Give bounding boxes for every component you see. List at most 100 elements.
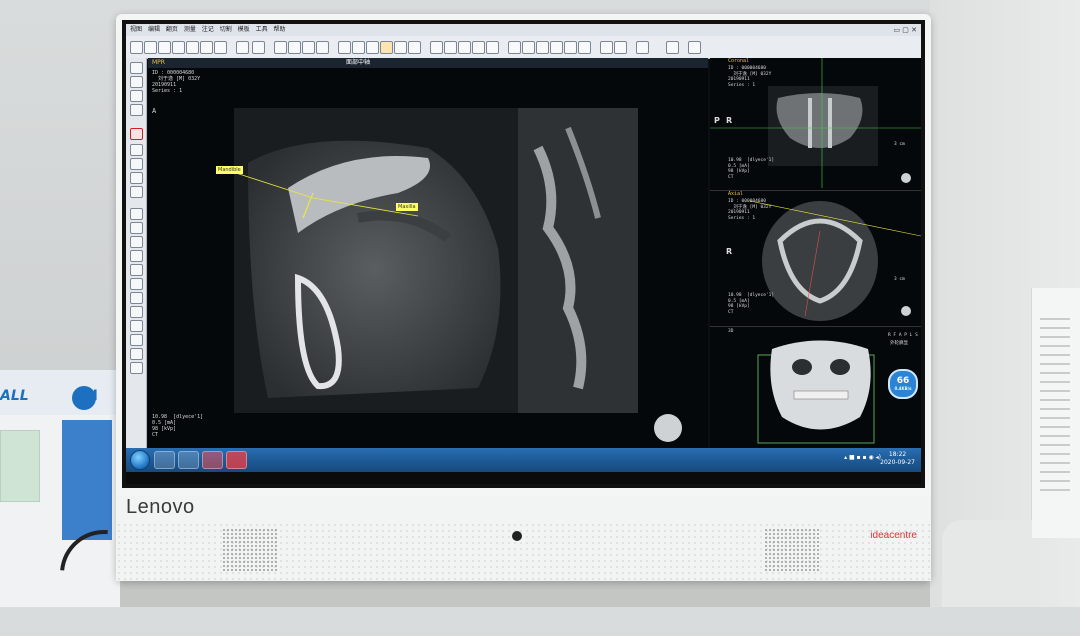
orientation-head-icon (654, 414, 682, 442)
side-tool-button[interactable] (130, 76, 143, 88)
tool-button[interactable] (614, 41, 627, 54)
lock-icon[interactable] (252, 41, 265, 54)
box-label-zh: ZH (76, 388, 98, 404)
tool-button[interactable] (172, 41, 185, 54)
tool-button[interactable] (338, 41, 351, 54)
side-tool-button-active[interactable] (130, 128, 143, 140)
menu-item[interactable]: 测量 (184, 26, 196, 33)
webcam-icon (512, 531, 522, 541)
menu-item[interactable]: 工具 (256, 26, 268, 33)
side-tool-button[interactable] (130, 158, 143, 170)
view-info-top: ID : 000004680 刘于逸 [M] 032Y 20190911 Ser… (152, 70, 201, 94)
axial-view[interactable]: Axial ID : 000004680 刘于逸 [M] 032Y 201909… (710, 190, 921, 326)
tool-button[interactable] (366, 41, 379, 54)
paper-sheet (1031, 288, 1080, 538)
tool-button[interactable] (274, 41, 287, 54)
mpr-label[interactable]: MPR (152, 59, 165, 66)
side-tool-button[interactable] (130, 278, 143, 290)
center-tab[interactable]: 面部中轴 (346, 58, 370, 68)
menu-item[interactable]: 编辑 (148, 26, 160, 33)
tool-button[interactable] (236, 41, 249, 54)
tool-button[interactable] (144, 41, 157, 54)
taskbar-app-icon[interactable] (226, 451, 247, 469)
side-tool-button[interactable] (130, 90, 143, 102)
screen: 视图 编辑 翻页 测量 注记 切割 模板 工具 帮助 ▭ ▢ ✕ MPR 面部中… (126, 24, 921, 484)
tool-button[interactable] (550, 41, 563, 54)
view-tab-bar: MPR 面部中轴 (148, 58, 708, 68)
tool-button[interactable] (522, 41, 535, 54)
taskbar-app-folder-icon[interactable] (178, 451, 199, 469)
side-tool-button[interactable] (130, 172, 143, 184)
annotation-label-a[interactable]: Mandible (216, 166, 243, 174)
start-button[interactable] (130, 450, 150, 470)
tool-button[interactable] (458, 41, 471, 54)
taskbar-app-ie-icon[interactable] (154, 451, 175, 469)
tool-button[interactable] (486, 41, 499, 54)
left-tool-sidebar (126, 58, 147, 448)
tool-button[interactable] (600, 41, 613, 54)
side-tool-button[interactable] (130, 306, 143, 318)
tool-button[interactable] (352, 41, 365, 54)
menu-item[interactable]: 切割 (220, 26, 232, 33)
side-tool-button[interactable] (130, 264, 143, 276)
tool-button[interactable] (302, 41, 315, 54)
clock-time: 18:22 (888, 451, 907, 458)
zoom-icon[interactable] (130, 320, 143, 332)
3d-view[interactable]: 3D R F A P L S 外轮廓显 66 0.4KB/s (710, 326, 921, 449)
coronal-view[interactable]: Coronal ID : 000004680 刘于逸 [M] 032Y 2019… (710, 58, 921, 188)
side-tool-button[interactable] (130, 208, 143, 220)
green-box (0, 430, 40, 502)
side-tool-button[interactable] (130, 250, 143, 262)
side-tool-button[interactable] (130, 62, 143, 74)
tool-button[interactable] (186, 41, 199, 54)
title-bar: 视图 编辑 翻页 测量 注记 切割 模板 工具 帮助 ▭ ▢ ✕ (126, 24, 921, 36)
tool-button[interactable] (394, 41, 407, 54)
tool-button[interactable] (214, 41, 227, 54)
side-tool-button[interactable] (130, 222, 143, 234)
search-icon[interactable] (130, 236, 143, 248)
tool-button[interactable] (200, 41, 213, 54)
tool-button[interactable] (130, 41, 143, 54)
sagittal-view[interactable]: A ID : 000004680 刘于逸 [M] 032Y 20190911 S… (148, 68, 708, 448)
tool-button[interactable] (636, 41, 649, 54)
tool-button[interactable] (508, 41, 521, 54)
side-tool-button[interactable] (130, 186, 143, 198)
tool-button[interactable] (316, 41, 329, 54)
tool-button[interactable] (380, 41, 393, 54)
tool-button[interactable] (666, 41, 679, 54)
tool-button[interactable] (408, 41, 421, 54)
window-controls[interactable]: ▭ ▢ ✕ (893, 24, 917, 36)
tool-button[interactable] (158, 41, 171, 54)
taskbar-clock[interactable]: 18:22 2020-09-27 (880, 451, 915, 467)
clock-date: 2020-09-27 (880, 459, 915, 466)
orientation-label: A (152, 107, 157, 115)
menu-item[interactable]: 视图 (130, 26, 142, 33)
tool-button[interactable] (578, 41, 591, 54)
badge-value: 66 (896, 376, 910, 386)
tool-button[interactable] (472, 41, 485, 54)
menu-item[interactable]: 帮助 (274, 26, 286, 33)
side-tool-button[interactable] (130, 292, 143, 304)
side-tool-button[interactable] (130, 362, 143, 374)
tool-button[interactable] (536, 41, 549, 54)
menu-item[interactable]: 注记 (202, 26, 214, 33)
network-speed-badge[interactable]: 66 0.4KB/s (888, 369, 918, 399)
annotation-label-b[interactable]: Maxilla (396, 203, 418, 211)
menu-bar: 视图 编辑 翻页 测量 注记 切割 模板 工具 帮助 (126, 26, 286, 33)
tool-button[interactable] (430, 41, 443, 54)
side-tool-button[interactable] (130, 104, 143, 116)
tool-button[interactable] (688, 41, 701, 54)
brand-logo: Lenovo (126, 496, 195, 518)
side-tool-button[interactable] (130, 348, 143, 360)
view-info-bottom: 10.98 [dlyece'1] 0.5 [mA] 98 [kVp] CT (152, 414, 204, 438)
menu-item[interactable]: 翻页 (166, 26, 178, 33)
tool-button[interactable] (564, 41, 577, 54)
menu-item[interactable]: 模板 (238, 26, 250, 33)
tool-button[interactable] (288, 41, 301, 54)
box-label-all: ALL (0, 388, 29, 404)
taskbar-app-icon[interactable] (202, 451, 223, 469)
side-tool-button[interactable] (130, 144, 143, 156)
side-tool-button[interactable] (130, 334, 143, 346)
system-tray-icons[interactable]: ▴ ■ ▪ ▪ ◉ ◂) (844, 454, 881, 461)
tool-button[interactable] (444, 41, 457, 54)
